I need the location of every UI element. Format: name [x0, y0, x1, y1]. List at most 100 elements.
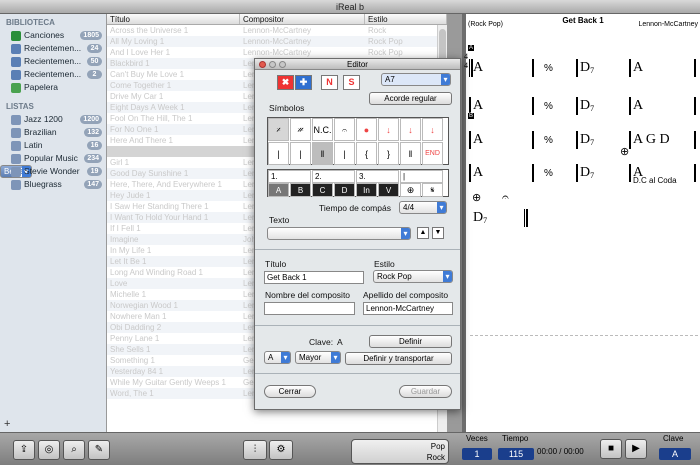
ending-button[interactable]: | — [400, 170, 443, 183]
sidebar-item-label: Brazilian — [24, 127, 57, 137]
delete-icon[interactable]: ✖ — [277, 75, 294, 90]
section-button[interactable]: In — [356, 183, 377, 197]
pencil-icon[interactable]: ✎ — [88, 440, 110, 460]
section-button[interactable]: ⊕ — [400, 183, 421, 197]
ending-button[interactable]: 1. — [268, 170, 311, 183]
table-row[interactable]: Across the Universe 1 Lennon-McCartney Roc… — [107, 25, 447, 36]
minimize-window-icon[interactable] — [269, 61, 276, 68]
save-button[interactable]: Guardar — [399, 385, 452, 398]
mixer-icon[interactable]: ⫶ — [243, 440, 267, 460]
section-button[interactable]: V — [378, 183, 399, 197]
chord: D7 — [580, 60, 595, 75]
title-field[interactable]: Get Back 1 — [264, 271, 364, 284]
count-badge: 147 — [84, 180, 102, 189]
composer-last-field[interactable]: Lennon-McCartney — [363, 302, 453, 315]
table-row[interactable]: All My Loving 1 Lennon-McCartney Rock Pop — [107, 36, 447, 47]
share-icon[interactable]: ⇪ — [13, 440, 35, 460]
section-button[interactable]: D — [334, 183, 355, 197]
composer-first-field[interactable] — [264, 302, 355, 315]
settings-icon[interactable]: ⚙ — [269, 440, 293, 460]
key-mode-select[interactable]: Mayor — [295, 351, 341, 364]
sidebar-list-item[interactable]: Bluegrass 147 — [0, 178, 106, 191]
repeats-stepper[interactable]: 1 — [462, 448, 492, 460]
symbol-button[interactable]: ● — [356, 118, 377, 141]
symbol-button[interactable]: } — [378, 142, 399, 165]
style-line-1: Pop — [430, 442, 445, 451]
sidebar-list-item[interactable]: Latin 16 — [0, 139, 106, 152]
symbol-button[interactable]: ↓ — [400, 118, 421, 141]
symbol-button[interactable]: 𝄎 — [268, 118, 289, 141]
sidebar-item-label: Recientemen... — [24, 69, 82, 79]
time-signature-select[interactable]: 4/4 — [399, 201, 447, 214]
symbol-button[interactable]: 𝄏 — [290, 118, 311, 141]
play-icon[interactable]: ▶ — [625, 439, 647, 459]
section-button[interactable]: 𝄋 — [422, 183, 443, 197]
chord: A — [473, 165, 484, 180]
column-title[interactable]: Título — [107, 14, 240, 24]
tempo-stepper[interactable]: 115 — [498, 448, 534, 460]
search-icon[interactable]: ⌕ — [63, 440, 85, 460]
sidebar-item[interactable]: Recientemen... 2 — [0, 68, 106, 81]
title-label: Título — [265, 259, 287, 269]
symbol-button[interactable]: ↓ — [378, 118, 399, 141]
table-cell: Eight Days A Week 1 — [110, 103, 185, 112]
ending-button[interactable]: 2. — [312, 170, 355, 183]
table-cell: Girl 1 — [110, 158, 130, 167]
section-button[interactable]: C — [312, 183, 333, 197]
zoom-window-icon[interactable] — [279, 61, 286, 68]
stop-icon[interactable]: ■ — [600, 439, 622, 459]
symbol-button[interactable]: END — [422, 142, 443, 165]
regular-chord-button[interactable]: Acorde regular — [369, 92, 452, 105]
coda-icon: ⊕ — [472, 192, 482, 204]
symbol-button[interactable]: | — [334, 142, 355, 165]
symbol-button[interactable]: ‖ — [312, 142, 333, 165]
table-cell — [107, 146, 240, 157]
add-icon[interactable]: ✚ — [295, 75, 312, 90]
count-badge: 50 — [87, 57, 102, 66]
table-cell: Blackbird 1 — [110, 59, 150, 68]
table-cell: Penny Lane 1 — [110, 334, 160, 343]
close-button[interactable]: Cerrar — [264, 385, 316, 398]
text-select[interactable] — [267, 227, 411, 240]
sidebar-list-item[interactable]: Jazz 1200 1200 — [0, 113, 106, 126]
sidebar-item[interactable]: Recientemen... 24 — [0, 42, 106, 55]
s-button[interactable]: S — [343, 75, 360, 90]
symbol-button[interactable]: | — [268, 142, 289, 165]
sidebar-item[interactable]: Recientemen... 50 — [0, 55, 106, 68]
ending-button[interactable]: 3. — [356, 170, 399, 183]
table-cell: Imagine — [110, 235, 139, 244]
key-note-select[interactable]: A — [264, 351, 291, 364]
text-down-icon[interactable]: ▼ — [432, 227, 444, 239]
sidebar-list-item[interactable]: Popular Music 234 — [0, 152, 106, 165]
key-stepper[interactable]: A — [659, 448, 691, 460]
globe-icon[interactable]: ◎ — [38, 440, 60, 460]
lead-sheet[interactable]: (Rock Pop) Get Back 1 Lennon-McCartney A… — [464, 14, 700, 432]
symbol-button[interactable]: N.C. — [312, 118, 333, 141]
symbol-button[interactable]: ‖ — [400, 142, 421, 165]
sidebar-item[interactable]: Canciones 1805 — [0, 29, 106, 42]
symbol-button[interactable]: | — [290, 142, 311, 165]
add-list-button[interactable]: + — [4, 418, 10, 430]
symbol-button[interactable]: 𝄐 — [334, 118, 355, 141]
symbol-button[interactable]: ↓ — [422, 118, 443, 141]
define-button[interactable]: Definir — [369, 335, 452, 348]
table-cell: Let It Be 1 — [110, 257, 147, 266]
close-window-icon[interactable] — [259, 61, 266, 68]
style-select[interactable]: Rock Pop — [373, 270, 453, 283]
text-up-icon[interactable]: ▲ — [417, 227, 429, 239]
chord: A — [473, 132, 484, 147]
sidebar-list-item[interactable]: Brazilian 132 — [0, 126, 106, 139]
style-display: Pop Rock — [351, 439, 449, 464]
column-style[interactable]: Estilo — [365, 14, 447, 24]
section-button[interactable]: B — [290, 183, 311, 197]
table-cell: Lennon-McCartney — [243, 48, 312, 57]
chord-select[interactable]: A7 — [381, 73, 451, 86]
define-transpose-button[interactable]: Definir y transportar — [345, 352, 452, 365]
symbol-button[interactable]: { — [356, 142, 377, 165]
table-row[interactable]: And I Love Her 1 Lennon-McCartney Rock Pop — [107, 47, 447, 58]
n-button[interactable]: N — [321, 75, 338, 90]
sidebar-list-item[interactable]: Stevie Wonder 19 — [0, 165, 106, 178]
section-button[interactable]: A — [268, 183, 289, 197]
sidebar-item[interactable]: Papelera — [0, 81, 106, 94]
column-composer[interactable]: Compositor — [240, 14, 365, 24]
